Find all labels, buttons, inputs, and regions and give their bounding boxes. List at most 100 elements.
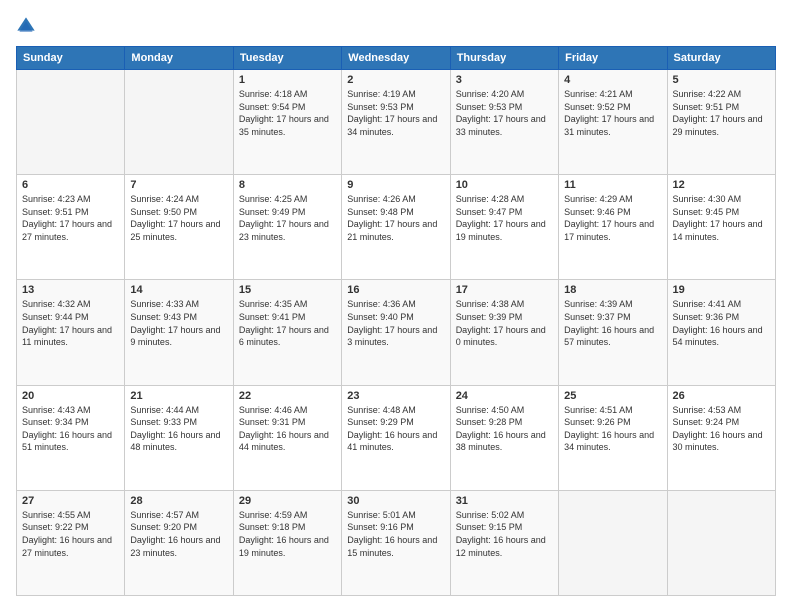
logo <box>16 16 40 36</box>
day-number: 23 <box>347 390 444 402</box>
day-cell <box>559 490 667 595</box>
day-cell: 1Sunrise: 4:18 AM Sunset: 9:54 PM Daylig… <box>233 70 341 175</box>
day-detail: Sunrise: 5:01 AM Sunset: 9:16 PM Dayligh… <box>347 509 444 559</box>
day-number: 10 <box>456 179 553 191</box>
calendar-body: 1Sunrise: 4:18 AM Sunset: 9:54 PM Daylig… <box>17 70 776 596</box>
day-cell: 3 Sunrise: 4:20 AM Sunset: 9:53 PM Daylig… <box>450 70 558 175</box>
day-number: 15 <box>239 284 336 296</box>
day-detail: Sunrise: 4:35 AM Sunset: 9:41 PM Dayligh… <box>239 298 336 348</box>
day-number: 19 <box>673 284 770 296</box>
day-number: 4 <box>564 74 661 86</box>
day-cell: 6 Sunrise: 4:23 AM Sunset: 9:51 PM Daylig… <box>17 175 125 280</box>
day-cell: 22 Sunrise: 4:46 AM Sunset: 9:31 PM Dayli… <box>233 385 341 490</box>
day-cell: 14Sunrise: 4:33 AM Sunset: 9:43 PM Dayli… <box>125 280 233 385</box>
day-detail: Sunrise: 4:24 AM Sunset: 9:50 PM Dayligh… <box>130 193 227 243</box>
weekday-header-monday: Monday <box>125 47 233 70</box>
day-number: 29 <box>239 495 336 507</box>
day-number: 22 <box>239 390 336 402</box>
day-detail: Sunrise: 4:25 AM Sunset: 9:49 PM Dayligh… <box>239 193 336 243</box>
day-cell: 18Sunrise: 4:39 AM Sunset: 9:37 PM Dayli… <box>559 280 667 385</box>
day-detail: Sunrise: 4:55 AM Sunset: 9:22 PM Dayligh… <box>22 509 119 559</box>
day-detail: Sunrise: 4:48 AM Sunset: 9:29 PM Dayligh… <box>347 404 444 454</box>
day-number: 5 <box>673 74 770 86</box>
calendar-header: SundayMondayTuesdayWednesdayThursdayFrid… <box>17 47 776 70</box>
weekday-header-friday: Friday <box>559 47 667 70</box>
day-cell: 25Sunrise: 4:51 AM Sunset: 9:26 PM Dayli… <box>559 385 667 490</box>
day-number: 20 <box>22 390 119 402</box>
day-cell: 26 Sunrise: 4:53 AM Sunset: 9:24 PM Dayli… <box>667 385 775 490</box>
day-cell: 10 Sunrise: 4:28 AM Sunset: 9:47 PM Dayli… <box>450 175 558 280</box>
day-detail: Sunrise: 4:22 AM Sunset: 9:51 PM Dayligh… <box>673 88 770 138</box>
day-cell: 5 Sunrise: 4:22 AM Sunset: 9:51 PM Daylig… <box>667 70 775 175</box>
day-detail: Sunrise: 4:44 AM Sunset: 9:33 PM Dayligh… <box>130 404 227 454</box>
day-detail: Sunrise: 4:57 AM Sunset: 9:20 PM Dayligh… <box>130 509 227 559</box>
day-detail: Sunrise: 4:20 AM Sunset: 9:53 PM Dayligh… <box>456 88 553 138</box>
day-cell: 11 Sunrise: 4:29 AM Sunset: 9:46 PM Dayli… <box>559 175 667 280</box>
day-cell: 24 Sunrise: 4:50 AM Sunset: 9:28 PM Dayli… <box>450 385 558 490</box>
day-detail: Sunrise: 5:02 AM Sunset: 9:15 PM Dayligh… <box>456 509 553 559</box>
day-number: 25 <box>564 390 661 402</box>
day-cell: 30 Sunrise: 5:01 AM Sunset: 9:16 PM Dayli… <box>342 490 450 595</box>
day-cell: 7Sunrise: 4:24 AM Sunset: 9:50 PM Daylig… <box>125 175 233 280</box>
day-cell: 29 Sunrise: 4:59 AM Sunset: 9:18 PM Dayli… <box>233 490 341 595</box>
day-cell: 28 Sunrise: 4:57 AM Sunset: 9:20 PM Dayli… <box>125 490 233 595</box>
day-number: 3 <box>456 74 553 86</box>
day-number: 30 <box>347 495 444 507</box>
day-detail: Sunrise: 4:26 AM Sunset: 9:48 PM Dayligh… <box>347 193 444 243</box>
day-detail: Sunrise: 4:30 AM Sunset: 9:45 PM Dayligh… <box>673 193 770 243</box>
day-detail: Sunrise: 4:28 AM Sunset: 9:47 PM Dayligh… <box>456 193 553 243</box>
day-cell: 31 Sunrise: 5:02 AM Sunset: 9:15 PM Dayli… <box>450 490 558 595</box>
day-detail: Sunrise: 4:36 AM Sunset: 9:40 PM Dayligh… <box>347 298 444 348</box>
day-detail: Sunrise: 4:38 AM Sunset: 9:39 PM Dayligh… <box>456 298 553 348</box>
day-cell: 19Sunrise: 4:41 AM Sunset: 9:36 PM Dayli… <box>667 280 775 385</box>
day-cell: 20 Sunrise: 4:43 AM Sunset: 9:34 PM Dayli… <box>17 385 125 490</box>
day-number: 9 <box>347 179 444 191</box>
day-cell <box>667 490 775 595</box>
day-number: 28 <box>130 495 227 507</box>
logo-icon <box>16 16 36 36</box>
day-number: 13 <box>22 284 119 296</box>
week-row-1: 1Sunrise: 4:18 AM Sunset: 9:54 PM Daylig… <box>17 70 776 175</box>
day-cell: 12 Sunrise: 4:30 AM Sunset: 9:45 PM Dayli… <box>667 175 775 280</box>
day-number: 26 <box>673 390 770 402</box>
day-detail: Sunrise: 4:59 AM Sunset: 9:18 PM Dayligh… <box>239 509 336 559</box>
day-number: 11 <box>564 179 661 191</box>
day-number: 24 <box>456 390 553 402</box>
day-cell: 2Sunrise: 4:19 AM Sunset: 9:53 PM Daylig… <box>342 70 450 175</box>
day-cell: 27Sunrise: 4:55 AM Sunset: 9:22 PM Dayli… <box>17 490 125 595</box>
day-number: 6 <box>22 179 119 191</box>
week-row-5: 27Sunrise: 4:55 AM Sunset: 9:22 PM Dayli… <box>17 490 776 595</box>
day-detail: Sunrise: 4:43 AM Sunset: 9:34 PM Dayligh… <box>22 404 119 454</box>
day-cell: 23 Sunrise: 4:48 AM Sunset: 9:29 PM Dayli… <box>342 385 450 490</box>
day-number: 12 <box>673 179 770 191</box>
day-number: 17 <box>456 284 553 296</box>
day-detail: Sunrise: 4:23 AM Sunset: 9:51 PM Dayligh… <box>22 193 119 243</box>
day-cell: 21Sunrise: 4:44 AM Sunset: 9:33 PM Dayli… <box>125 385 233 490</box>
weekday-header-sunday: Sunday <box>17 47 125 70</box>
day-number: 31 <box>456 495 553 507</box>
day-cell <box>17 70 125 175</box>
day-cell: 15 Sunrise: 4:35 AM Sunset: 9:41 PM Dayli… <box>233 280 341 385</box>
day-cell <box>125 70 233 175</box>
day-detail: Sunrise: 4:29 AM Sunset: 9:46 PM Dayligh… <box>564 193 661 243</box>
calendar: SundayMondayTuesdayWednesdayThursdayFrid… <box>16 46 776 596</box>
day-number: 1 <box>239 74 336 86</box>
day-detail: Sunrise: 4:53 AM Sunset: 9:24 PM Dayligh… <box>673 404 770 454</box>
week-row-3: 13 Sunrise: 4:32 AM Sunset: 9:44 PM Dayli… <box>17 280 776 385</box>
weekday-row: SundayMondayTuesdayWednesdayThursdayFrid… <box>17 47 776 70</box>
day-cell: 17 Sunrise: 4:38 AM Sunset: 9:39 PM Dayli… <box>450 280 558 385</box>
day-number: 18 <box>564 284 661 296</box>
weekday-header-tuesday: Tuesday <box>233 47 341 70</box>
weekday-header-wednesday: Wednesday <box>342 47 450 70</box>
day-number: 16 <box>347 284 444 296</box>
day-cell: 9 Sunrise: 4:26 AM Sunset: 9:48 PM Daylig… <box>342 175 450 280</box>
day-number: 2 <box>347 74 444 86</box>
page: SundayMondayTuesdayWednesdayThursdayFrid… <box>0 0 792 612</box>
weekday-header-saturday: Saturday <box>667 47 775 70</box>
day-detail: Sunrise: 4:21 AM Sunset: 9:52 PM Dayligh… <box>564 88 661 138</box>
day-detail: Sunrise: 4:46 AM Sunset: 9:31 PM Dayligh… <box>239 404 336 454</box>
day-detail: Sunrise: 4:32 AM Sunset: 9:44 PM Dayligh… <box>22 298 119 348</box>
day-detail: Sunrise: 4:50 AM Sunset: 9:28 PM Dayligh… <box>456 404 553 454</box>
header <box>16 16 776 36</box>
week-row-4: 20 Sunrise: 4:43 AM Sunset: 9:34 PM Dayli… <box>17 385 776 490</box>
